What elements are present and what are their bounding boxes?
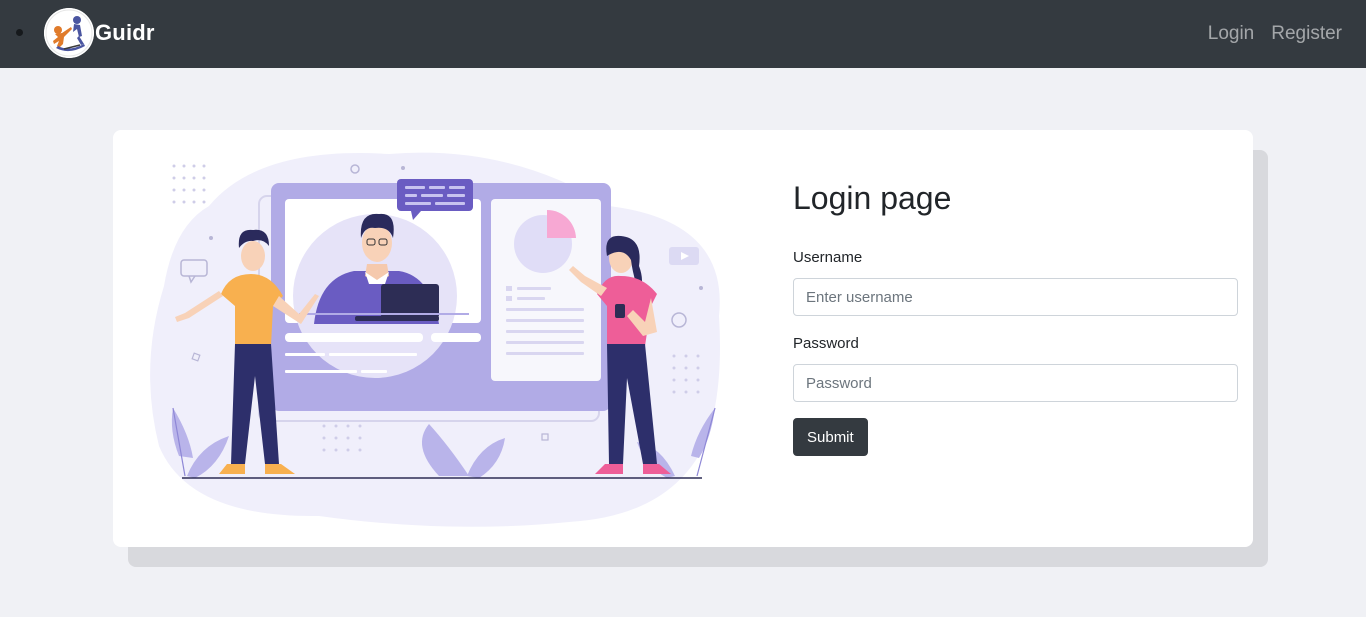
play-icon (669, 247, 699, 265)
brand-name: Guidr (95, 20, 155, 45)
username-label: Username (793, 249, 863, 266)
username-input[interactable] (793, 278, 1238, 316)
video-meeting-illustration (150, 152, 721, 527)
page-title: Login page (793, 180, 952, 216)
nav-links: Login Register (1208, 20, 1342, 48)
brand-link[interactable]: Guidr (44, 8, 155, 58)
navbar: Guidr Login Register (0, 0, 1366, 68)
nav-bullet (16, 29, 23, 36)
password-input[interactable] (793, 364, 1238, 402)
nav-register-link[interactable]: Register (1271, 20, 1342, 48)
nav-login-link[interactable]: Login (1208, 20, 1255, 48)
login-form: Login page Username Password Submit (793, 178, 1238, 456)
login-card: Login page Username Password Submit (113, 130, 1253, 547)
password-label: Password (793, 335, 859, 352)
guidr-logo-icon (44, 8, 94, 58)
submit-button[interactable]: Submit (793, 418, 868, 456)
